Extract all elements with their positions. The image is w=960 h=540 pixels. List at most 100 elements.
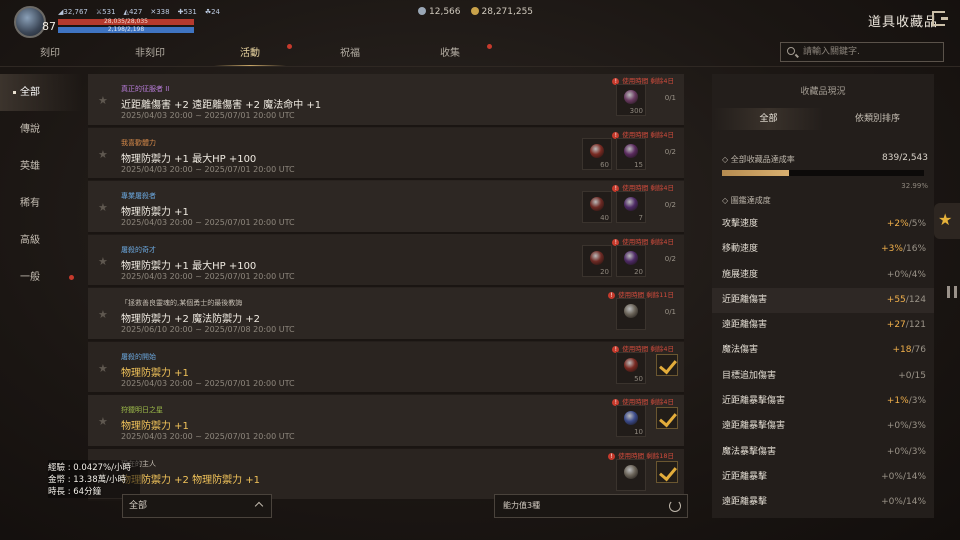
- collection-row[interactable]: ★ 「拯救善良靈魂的,某個勇士的最後教誨 物理防禦力 +2 魔法防禦力 +2 2025…: [88, 288, 684, 341]
- star-icon[interactable]: ★: [98, 148, 108, 161]
- item-slot[interactable]: 60: [582, 137, 612, 170]
- item-slot[interactable]: 300: [616, 84, 646, 116]
- pause-icon[interactable]: [947, 286, 957, 298]
- collection-name: 專業屠殺者: [121, 192, 156, 200]
- item-slot[interactable]: 10: [616, 405, 646, 437]
- item-icon: [624, 143, 638, 158]
- item-slots: 20 20: [582, 244, 646, 277]
- item-slot[interactable]: 50: [616, 351, 646, 384]
- item-slots: [616, 298, 646, 330]
- item-slot[interactable]: 20: [582, 244, 612, 277]
- stat-3: ◭427: [123, 8, 143, 16]
- stat-value: +55/124: [886, 294, 926, 305]
- sidebar-item-4[interactable]: 高級: [0, 222, 82, 259]
- codex-section-label: ◇ 圖鑑達成度: [722, 196, 771, 205]
- check-icon: [656, 460, 678, 483]
- panel-title: 收藏品現況: [800, 87, 846, 97]
- collection-stat: 物理防禦力 +1 最大HP +100: [121, 260, 257, 272]
- star-icon: ★: [938, 210, 953, 229]
- item-count: 40: [600, 214, 609, 222]
- star-icon[interactable]: ★: [98, 201, 108, 214]
- item-count: 15: [634, 160, 643, 169]
- item-count: 20: [600, 267, 609, 276]
- tab-1[interactable]: 非刻印: [100, 42, 200, 66]
- collection-stat: 物理防禦力 +1: [121, 207, 189, 218]
- exit-icon[interactable]: [932, 11, 948, 26]
- collection-name: 狩獵明日之星: [121, 406, 163, 414]
- tab-2[interactable]: 活動: [200, 42, 300, 66]
- stat-name: 近距離暴擊: [722, 471, 768, 482]
- item-icon: [624, 357, 638, 372]
- top-bar: 87 ◢32,767 ⚔531 ◭427 ✕338 ✚531 ☘24 28,03…: [0, 0, 960, 42]
- star-icon[interactable]: ★: [98, 308, 108, 321]
- tab-3[interactable]: 祝福: [300, 42, 400, 66]
- stat-value: +0%/3%: [886, 421, 926, 432]
- stat-row: 近距離暴擊傷害 +1%/3%: [712, 389, 934, 414]
- collection-row[interactable]: ★ 屠殺的開始 物理防禦力 +1 2025/04/03 20:00 ~ 2025/07…: [88, 341, 684, 394]
- star-icon[interactable]: ★: [98, 362, 108, 375]
- collection-stat: 物理防禦力 +2 物理防禦力 +1: [121, 474, 261, 486]
- exp-rate: 經驗 : 0.0427%/小時: [48, 463, 131, 473]
- grade-sidebar: 全部傳說英雄稀有高級一般: [0, 74, 82, 296]
- item-slot[interactable]: 40: [582, 191, 612, 223]
- panel-tab-all[interactable]: 全部: [714, 108, 823, 130]
- favorite-tab[interactable]: ★: [934, 203, 960, 239]
- stat-name: 目標追加傷害: [722, 370, 777, 381]
- search-placeholder: 請輸入關鍵字.: [803, 47, 860, 57]
- page-title: 道具收藏品: [868, 15, 939, 30]
- attack-stat: ◢32,767: [58, 8, 88, 16]
- notification-dot: [487, 44, 492, 49]
- total-rate-percent: 32.99%: [901, 182, 928, 190]
- collection-row[interactable]: ★ 專業屠殺者物理防禦力 +1 2025/04/03 20:00 ~ 2025/07…: [88, 181, 684, 234]
- category-tabs: 刻印 非刻印 活動 祝福 收集: [0, 42, 560, 66]
- sidebar-item-0[interactable]: 全部: [0, 74, 82, 111]
- collection-name: 我喜歡體力: [121, 138, 156, 147]
- collection-row[interactable]: ★ 我喜歡體力 物理防禦力 +1 最大HP +100 2025/04/03 20:00…: [88, 127, 684, 180]
- item-slot[interactable]: 7: [616, 191, 646, 223]
- player-stats: ◢32,767 ⚔531 ◭427 ✕338 ✚531 ☘24: [58, 8, 220, 16]
- stat-row: 攻擊速度 +2%/5%: [712, 212, 934, 237]
- tab-label: 祝福: [340, 48, 360, 59]
- collection-row[interactable]: ★ 狩獵明日之星 物理防禦力 +1 2025/04/03 20:00 ~ 2025/0…: [88, 395, 684, 448]
- item-slots: 50: [616, 351, 646, 384]
- sidebar-item-label: 一般: [20, 272, 40, 283]
- item-count: 10: [634, 428, 643, 436]
- diamond-icon: [418, 7, 426, 15]
- item-slot[interactable]: [616, 298, 646, 330]
- star-icon[interactable]: ★: [98, 94, 108, 107]
- stat-name: 施展速度: [722, 269, 759, 280]
- collection-date: 2025/04/03 20:00 ~ 2025/07/01 20:00 UTC: [121, 218, 295, 227]
- stat-sort-dropdown[interactable]: 能力值3種: [494, 494, 688, 518]
- panel-tab-by-category[interactable]: 依類別排序: [823, 108, 932, 130]
- sidebar-item-label: 稀有: [20, 198, 40, 209]
- filter-dropdown[interactable]: 全部: [122, 494, 272, 518]
- star-icon[interactable]: ★: [98, 255, 108, 268]
- item-slots: 300: [616, 84, 646, 116]
- collection-date: 2025/04/03 20:00 ~ 2025/07/01 20:00 UTC: [121, 164, 295, 174]
- tab-4[interactable]: 收集: [400, 42, 500, 66]
- refresh-icon[interactable]: [669, 500, 681, 512]
- sidebar-item-1[interactable]: 傳說: [0, 111, 82, 148]
- collection-row[interactable]: ★ 真正的征服者 II 近距離傷害 +2 遠距離傷害 +2 魔法命中 +1 2025/…: [88, 74, 684, 127]
- sidebar-item-3[interactable]: 稀有: [0, 185, 82, 222]
- item-icon: [624, 304, 638, 318]
- item-slots: 10: [616, 405, 646, 437]
- search-icon: [787, 47, 795, 55]
- sidebar-item-2[interactable]: 英雄: [0, 148, 82, 185]
- item-slots: 40 7: [582, 191, 646, 223]
- collection-stat: 物理防禦力 +1: [121, 421, 189, 432]
- star-icon[interactable]: ★: [98, 415, 108, 428]
- collection-name: 屠殺的奇才: [121, 245, 156, 254]
- sidebar-item-5[interactable]: 一般: [0, 259, 82, 296]
- tab-label: 非刻印: [135, 48, 165, 59]
- item-slot[interactable]: 20: [616, 244, 646, 277]
- item-slot[interactable]: [616, 458, 646, 491]
- collection-row[interactable]: ★ 屠殺的奇才 物理防禦力 +1 最大HP +100 2025/04/03 20:00…: [88, 234, 684, 287]
- collection-list: ★ 真正的征服者 II 近距離傷害 +2 遠距離傷害 +2 魔法命中 +1 2025/…: [88, 74, 684, 518]
- search-input[interactable]: 請輸入關鍵字.: [780, 42, 944, 62]
- sidebar-item-label: 傳說: [20, 124, 40, 135]
- item-slot[interactable]: 15: [616, 137, 646, 170]
- tab-0[interactable]: 刻印: [0, 42, 100, 66]
- total-rate-value: 839/2,543: [882, 153, 928, 163]
- stat-value: +0%/14%: [881, 471, 926, 482]
